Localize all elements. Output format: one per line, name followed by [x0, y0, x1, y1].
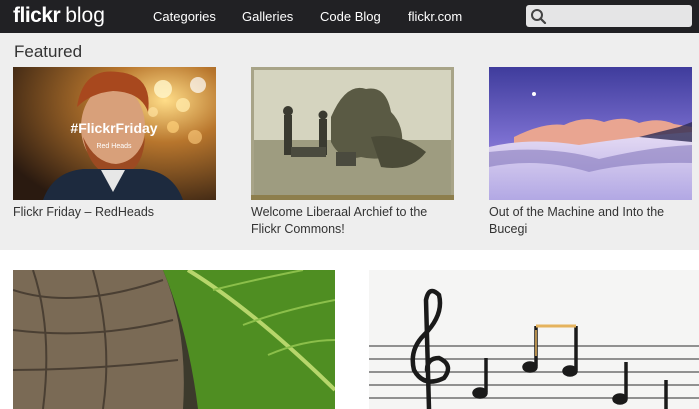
- featured-section: Featured #FlickrFriday Red Heads Flickr …: [0, 33, 699, 250]
- post-title-flickr-friday[interactable]: Flickr Friday – RedHeads: [13, 204, 216, 221]
- logo-blog-text: blog: [65, 4, 105, 27]
- nav-categories[interactable]: Categories: [153, 0, 216, 33]
- post-tile-music[interactable]: [369, 270, 699, 409]
- search-icon[interactable]: [530, 8, 548, 25]
- logo-flickr-text: flickr: [13, 4, 61, 27]
- search-box[interactable]: [526, 5, 692, 27]
- post-tile-leaf[interactable]: [13, 270, 335, 409]
- featured-card-bucegi[interactable]: Out of the Machine and Into the Bucegi: [489, 67, 692, 238]
- bucegi-thumbnail[interactable]: [489, 67, 692, 200]
- post-title-bucegi[interactable]: Out of the Machine and Into the Bucegi: [489, 204, 692, 238]
- nav-galleries[interactable]: Galleries: [242, 0, 293, 33]
- top-navigation-bar: flickr blog Categories Galleries Code Blo…: [0, 0, 699, 33]
- featured-card-liberaal-archief[interactable]: Welcome Liberaal Archief to the Flickr C…: [251, 67, 454, 238]
- overlay-flickrfriday-text: #FlickrFriday: [70, 120, 157, 136]
- leaf-photo[interactable]: [13, 270, 335, 409]
- overlay-redheads-text: Red Heads: [96, 143, 132, 150]
- post-title-liberaal-archief[interactable]: Welcome Liberaal Archief to the Flickr C…: [251, 204, 454, 238]
- nav-flickr-com[interactable]: flickr.com: [408, 0, 462, 33]
- featured-heading: Featured: [14, 42, 83, 61]
- search-input[interactable]: [552, 7, 690, 27]
- nav-code-blog[interactable]: Code Blog: [320, 0, 381, 33]
- flickr-blog-logo[interactable]: flickr blog: [13, 3, 105, 29]
- flickr-friday-thumbnail[interactable]: #FlickrFriday Red Heads: [13, 67, 216, 200]
- featured-card-flickr-friday[interactable]: #FlickrFriday Red Heads Flickr Friday – …: [13, 67, 216, 221]
- liberaal-archief-thumbnail[interactable]: [251, 67, 454, 200]
- music-notes-photo[interactable]: [369, 270, 699, 409]
